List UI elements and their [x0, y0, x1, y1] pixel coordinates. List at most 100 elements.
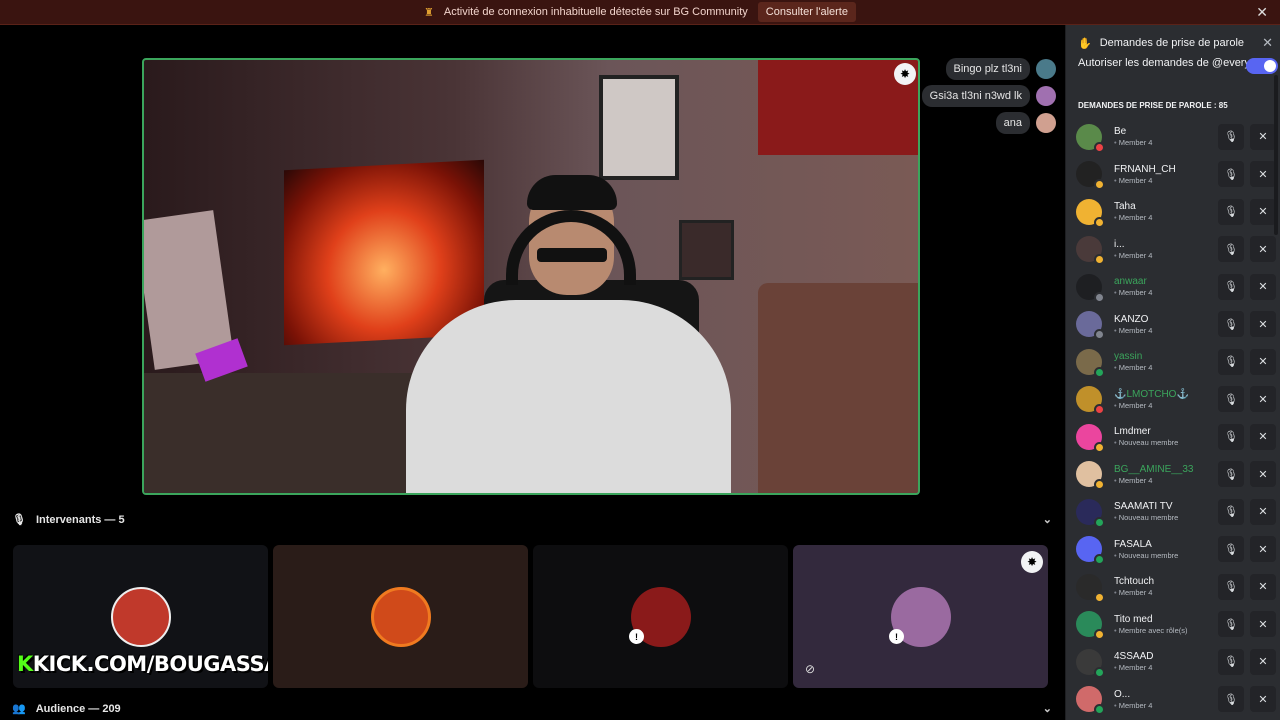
request-name[interactable]: anwaar — [1114, 276, 1152, 287]
invite-to-speak-icon[interactable]: 🎙 — [1218, 648, 1244, 675]
invite-to-speak-icon[interactable]: 🎙 — [1218, 348, 1244, 375]
request-name[interactable]: SAAMATI TV — [1114, 501, 1178, 512]
status-indicator — [1094, 441, 1105, 453]
invite-to-speak-icon[interactable]: 🎙 — [1218, 611, 1244, 638]
avatar[interactable] — [1076, 686, 1105, 716]
request-name[interactable]: FASALA — [1114, 539, 1178, 550]
speaker-tile[interactable]: KKICK.COM/BOUGASSAA — [13, 545, 268, 688]
request-row[interactable]: TahaMember 4 🎙✕ — [1076, 193, 1276, 231]
dismiss-icon[interactable]: ✕ — [1250, 273, 1276, 300]
invite-to-speak-icon[interactable]: 🎙 — [1218, 536, 1244, 563]
avatar[interactable] — [1036, 59, 1056, 79]
request-name[interactable]: ⚓LMOTCHO⚓ — [1114, 389, 1189, 400]
avatar[interactable] — [1076, 161, 1105, 191]
request-row[interactable]: yassinMember 4 🎙✕ — [1076, 343, 1276, 381]
avatar[interactable] — [1036, 86, 1056, 106]
request-name[interactable]: Lmdmer — [1114, 426, 1178, 437]
speaker-tile[interactable]: ! — [533, 545, 788, 688]
invite-to-speak-icon[interactable]: 🎙 — [1218, 161, 1244, 188]
dismiss-icon[interactable]: ✕ — [1250, 536, 1276, 563]
dismiss-icon[interactable]: ✕ — [1250, 648, 1276, 675]
avatar[interactable] — [1076, 536, 1105, 566]
dismiss-icon[interactable]: ✕ — [1250, 686, 1276, 713]
dismiss-icon[interactable]: ✕ — [1250, 123, 1276, 150]
view-alert-button[interactable]: Consulter l'alerte — [757, 2, 856, 22]
avatar[interactable] — [1076, 198, 1105, 228]
dismiss-icon[interactable]: ✕ — [1250, 386, 1276, 413]
invite-to-speak-icon[interactable]: 🎙 — [1218, 423, 1244, 450]
dismiss-icon[interactable]: ✕ — [1250, 236, 1276, 263]
request-name[interactable]: Tito med — [1114, 614, 1188, 625]
avatar[interactable] — [1076, 236, 1105, 266]
request-row[interactable]: LmdmerNouveau membre 🎙✕ — [1076, 418, 1276, 456]
request-name[interactable]: O... — [1114, 689, 1152, 700]
request-name[interactable]: BG__AMINE__33 — [1114, 464, 1194, 475]
dismiss-icon[interactable]: ✕ — [1250, 311, 1276, 338]
invite-to-speak-icon[interactable]: 🎙 — [1218, 686, 1244, 713]
request-name[interactable]: i... — [1114, 239, 1152, 250]
avatar[interactable] — [1036, 113, 1056, 133]
request-row[interactable]: BG__AMINE__33Member 4 🎙✕ — [1076, 456, 1276, 494]
request-row[interactable]: TchtouchMember 4 🎙✕ — [1076, 568, 1276, 606]
request-row[interactable]: anwaarMember 4 🎙✕ — [1076, 268, 1276, 306]
invite-to-speak-icon[interactable]: 🎙 — [1218, 123, 1244, 150]
chevron-down-icon[interactable]: ⌄ — [1043, 513, 1052, 526]
request-name[interactable]: FRNANH_CH — [1114, 164, 1176, 175]
dismiss-icon[interactable]: ✕ — [1250, 423, 1276, 450]
dismiss-icon[interactable]: ✕ — [1250, 573, 1276, 600]
dismiss-icon[interactable]: ✕ — [1250, 348, 1276, 375]
avatar[interactable] — [1076, 423, 1105, 453]
speaker-tile[interactable] — [273, 545, 528, 688]
request-name[interactable]: Taha — [1114, 201, 1152, 212]
close-icon[interactable]: ✕ — [1256, 4, 1268, 21]
request-info: LmdmerNouveau membre — [1114, 426, 1178, 447]
invite-to-speak-icon[interactable]: 🎙 — [1218, 461, 1244, 488]
request-row[interactable]: FASALANouveau membre 🎙✕ — [1076, 531, 1276, 569]
request-row[interactable]: FRNANH_CHMember 4 🎙✕ — [1076, 156, 1276, 194]
allow-requests-toggle[interactable] — [1246, 58, 1278, 74]
speakers-header[interactable]: 🎙 Intervenants — 5 ⌄ — [12, 513, 1052, 527]
dismiss-icon[interactable]: ✕ — [1250, 161, 1276, 188]
invite-to-speak-icon[interactable]: 🎙 — [1218, 236, 1244, 263]
avatar[interactable] — [1076, 461, 1105, 491]
invite-to-speak-icon[interactable]: 🎙 — [1218, 573, 1244, 600]
request-row[interactable]: i...Member 4 🎙✕ — [1076, 231, 1276, 269]
main-video[interactable] — [142, 58, 920, 495]
dismiss-icon[interactable]: ✕ — [1250, 611, 1276, 638]
request-name[interactable]: Be — [1114, 126, 1152, 137]
chevron-down-icon[interactable]: ⌄ — [1043, 702, 1052, 715]
audience-header[interactable]: 👥 Audience — 209 ⌄ — [12, 702, 1052, 716]
invite-to-speak-icon[interactable]: 🎙 — [1218, 198, 1244, 225]
dismiss-icon[interactable]: ✕ — [1250, 198, 1276, 225]
avatar[interactable] — [1076, 498, 1105, 528]
invite-to-speak-icon[interactable]: 🎙 — [1218, 498, 1244, 525]
avatar[interactable] — [1076, 348, 1105, 378]
invite-to-speak-icon[interactable]: 🎙 — [1218, 273, 1244, 300]
close-icon[interactable]: ✕ — [1262, 35, 1273, 51]
request-row[interactable]: ⚓LMOTCHO⚓Member 4 🎙✕ — [1076, 381, 1276, 419]
avatar[interactable] — [1076, 273, 1105, 303]
request-name[interactable]: Tchtouch — [1114, 576, 1154, 587]
invite-to-speak-icon[interactable]: 🎙 — [1218, 386, 1244, 413]
request-name[interactable]: yassin — [1114, 351, 1152, 362]
scrollbar[interactable] — [1274, 75, 1278, 235]
request-row[interactable]: Tito medMembre avec rôle(s) 🎙✕ — [1076, 606, 1276, 644]
speaker-tile[interactable]: ! ✸ ⊘ — [793, 545, 1048, 688]
request-name[interactable]: KANZO — [1114, 314, 1152, 325]
avatar[interactable] — [1076, 611, 1105, 641]
person-hair — [527, 175, 617, 210]
avatar[interactable] — [1076, 386, 1105, 416]
request-row[interactable]: BeMember 4 🎙✕ — [1076, 118, 1276, 156]
invite-to-speak-icon[interactable]: 🎙 — [1218, 311, 1244, 338]
request-row[interactable]: SAAMATI TVNouveau membre 🎙✕ — [1076, 493, 1276, 531]
request-name[interactable]: 4SSAAD — [1114, 651, 1153, 662]
avatar[interactable] — [1076, 648, 1105, 678]
request-row[interactable]: O...Member 4 🎙✕ — [1076, 681, 1276, 719]
request-row[interactable]: KANZOMember 4 🎙✕ — [1076, 306, 1276, 344]
dismiss-icon[interactable]: ✕ — [1250, 498, 1276, 525]
avatar[interactable] — [1076, 573, 1105, 603]
request-row[interactable]: 4SSAADMember 4 🎙✕ — [1076, 643, 1276, 681]
dismiss-icon[interactable]: ✕ — [1250, 461, 1276, 488]
avatar[interactable] — [1076, 311, 1105, 341]
avatar[interactable] — [1076, 123, 1105, 153]
